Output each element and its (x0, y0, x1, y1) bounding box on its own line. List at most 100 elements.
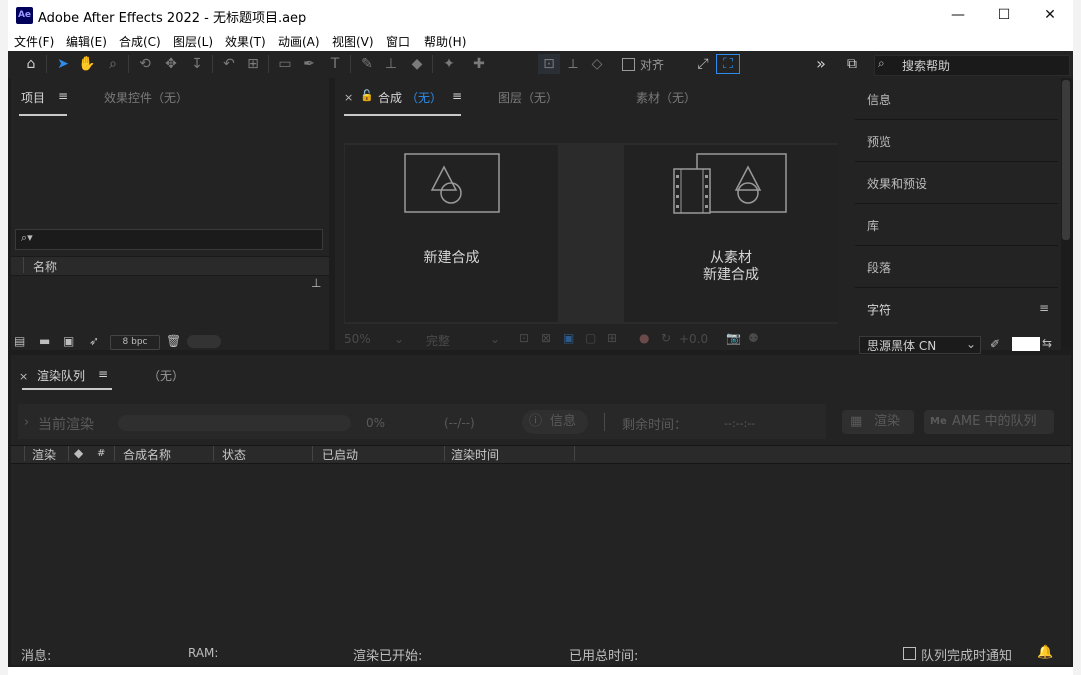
info-button[interactable]: ⓘ 信息 (522, 410, 588, 434)
column-started[interactable]: 已启动 (322, 446, 358, 463)
close-button[interactable]: ✕ (1027, 0, 1073, 31)
fill-color-swatch[interactable] (1012, 337, 1040, 351)
menu-effect[interactable]: 效果(T) (225, 33, 266, 50)
dolly-camera-icon[interactable]: ↧ (186, 54, 208, 74)
selection-tool-icon[interactable]: ➤ (52, 54, 74, 74)
panel-libraries[interactable]: 库 (855, 204, 1058, 246)
transparency-grid-icon[interactable]: ⊠ (541, 331, 551, 345)
menu-window[interactable]: 窗口 (386, 33, 410, 50)
snap-checkbox[interactable] (622, 58, 635, 71)
clone-stamp-tool-icon[interactable]: ⊥ (380, 54, 402, 74)
rotate-tool-icon[interactable]: ↶ (218, 54, 240, 74)
interpret-footage-icon[interactable]: ▤ (14, 334, 25, 348)
reset-exposure-icon[interactable]: ↻ (661, 331, 671, 345)
chevron-right-icon[interactable]: › (24, 415, 29, 430)
panel-preview[interactable]: 预览 (855, 120, 1058, 162)
render-started-label: 渲染已开始: (353, 649, 423, 664)
grid-guides-icon[interactable]: ⊞ (607, 331, 617, 345)
lock-icon[interactable]: 🔓 (360, 89, 374, 102)
minimize-button[interactable]: — (935, 0, 981, 31)
after-effects-window: Ae Adobe After Effects 2022 - 无标题项目.aep … (8, 0, 1073, 667)
snap-edges-icon[interactable]: ⤢ (692, 54, 714, 74)
notification-bell-icon[interactable]: 🔔 (1037, 645, 1053, 660)
new-composition-icon[interactable]: ▣ (63, 334, 74, 348)
panel-effects-presets[interactable]: 效果和预设 (855, 162, 1058, 204)
label-tag-icon[interactable]: ◆ (74, 446, 83, 460)
close-tab-icon[interactable]: × (19, 370, 28, 383)
new-composition-from-footage-card[interactable]: 从素材 新建合成 (624, 145, 838, 322)
pen-tool-icon[interactable]: ✒ (298, 54, 320, 74)
zoom-tool-icon[interactable]: ⌕ (102, 54, 124, 74)
show-snapshot-icon[interactable]: ⚉ (748, 331, 759, 345)
anchor-point-tool-icon[interactable]: ⊞ (242, 54, 264, 74)
fast-previews-icon[interactable]: ⊡ (519, 331, 529, 345)
hand-tool-icon[interactable]: ✋ (76, 54, 98, 74)
menu-view[interactable]: 视图(V) (332, 33, 374, 50)
home-icon[interactable]: ⌂ (18, 54, 44, 74)
notify-checkbox[interactable] (903, 647, 916, 660)
panel-menu-icon[interactable]: ≡ (58, 89, 68, 103)
menu-file[interactable]: 文件(F) (14, 33, 54, 50)
thumbnail-toggle[interactable] (187, 335, 221, 348)
tab-effect-controls[interactable]: 效果控件（无） (104, 89, 188, 106)
tab-none[interactable]: （无） (148, 367, 184, 384)
adjust-project-settings-icon[interactable]: ➶ (89, 334, 99, 348)
zoom-dropdown[interactable]: 50% (344, 332, 371, 346)
tab-project[interactable]: 项目 (21, 89, 45, 106)
column-comp-name[interactable]: 合成名称 (123, 446, 171, 463)
menu-animation[interactable]: 动画(A) (278, 33, 320, 50)
puppet-pin-tool-icon[interactable]: ✚ (468, 54, 490, 74)
render-button[interactable]: ▦ 渲染 (842, 410, 914, 434)
menu-edit[interactable]: 编辑(E) (66, 33, 107, 50)
channel-icon[interactable]: ● (639, 331, 649, 345)
scrollbar-thumb[interactable] (1062, 80, 1070, 240)
eraser-tool-icon[interactable]: ◆ (406, 54, 428, 74)
tab-layer[interactable]: 图层（无） (498, 89, 558, 106)
menu-help[interactable]: 帮助(H) (424, 33, 466, 50)
column-render[interactable]: 渲染 (32, 446, 56, 463)
type-tool-icon[interactable]: T (324, 54, 346, 74)
column-name[interactable]: 名称 (33, 258, 57, 275)
bit-depth-button[interactable]: 8 bpc (110, 335, 160, 350)
project-search-input[interactable] (15, 229, 323, 250)
new-composition-card[interactable]: 新建合成 (345, 145, 558, 322)
pan-camera-icon[interactable]: ✥ (160, 54, 182, 74)
new-folder-icon[interactable]: ▬ (39, 334, 50, 348)
tab-footage[interactable]: 素材（无） (636, 89, 696, 106)
local-axis-icon[interactable]: ⊡ (538, 54, 560, 74)
swap-colors-icon[interactable]: ⇆ (1042, 336, 1052, 350)
expand-toolbar-icon[interactable]: » (810, 54, 832, 74)
flowchart-icon[interactable]: ⊥ (311, 276, 321, 290)
column-render-time[interactable]: 渲染时间 (451, 446, 499, 463)
panel-menu-icon[interactable]: ≡ (98, 367, 108, 381)
panel-paragraph[interactable]: 段落 (855, 246, 1058, 288)
menu-composition[interactable]: 合成(C) (119, 33, 161, 50)
panel-info[interactable]: 信息 (855, 78, 1058, 120)
rectangle-tool-icon[interactable]: ▭ (274, 54, 296, 74)
trash-icon[interactable]: 🗑 (166, 334, 181, 348)
close-tab-icon[interactable]: × (344, 91, 353, 104)
roto-brush-tool-icon[interactable]: ✦ (438, 54, 460, 74)
panel-character[interactable]: 字符 (855, 288, 1058, 329)
maximize-button[interactable]: ☐ (981, 0, 1027, 31)
snapshot-icon[interactable]: 📷 (726, 331, 741, 345)
orbit-camera-icon[interactable]: ⟲ (134, 54, 156, 74)
eyedropper-icon[interactable]: ✐ (990, 337, 1000, 351)
column-status[interactable]: 状态 (222, 446, 246, 463)
world-axis-icon[interactable]: ⟂ (562, 54, 584, 74)
menu-layer[interactable]: 图层(L) (173, 33, 213, 50)
brush-tool-icon[interactable]: ✎ (356, 54, 378, 74)
snap-features-icon[interactable]: ⛶ (716, 54, 740, 74)
view-axis-icon[interactable]: ◇ (586, 54, 608, 74)
mask-visibility-icon[interactable]: ▣ (563, 331, 574, 345)
tab-composition[interactable]: 合成 (378, 89, 402, 106)
workspace-icon[interactable]: ⧉ (840, 54, 864, 74)
panel-menu-icon[interactable]: ≡ (1039, 301, 1049, 315)
queue-in-ame-button[interactable]: Me AME 中的队列 (924, 410, 1054, 434)
exposure-value[interactable]: +0.0 (679, 332, 708, 346)
column-number[interactable]: # (97, 448, 105, 459)
panel-menu-icon[interactable]: ≡ (452, 89, 462, 103)
region-of-interest-icon[interactable]: ▢ (585, 331, 596, 345)
tab-render-queue[interactable]: 渲染队列 (37, 367, 85, 384)
resolution-dropdown[interactable]: 完整 (426, 332, 450, 349)
